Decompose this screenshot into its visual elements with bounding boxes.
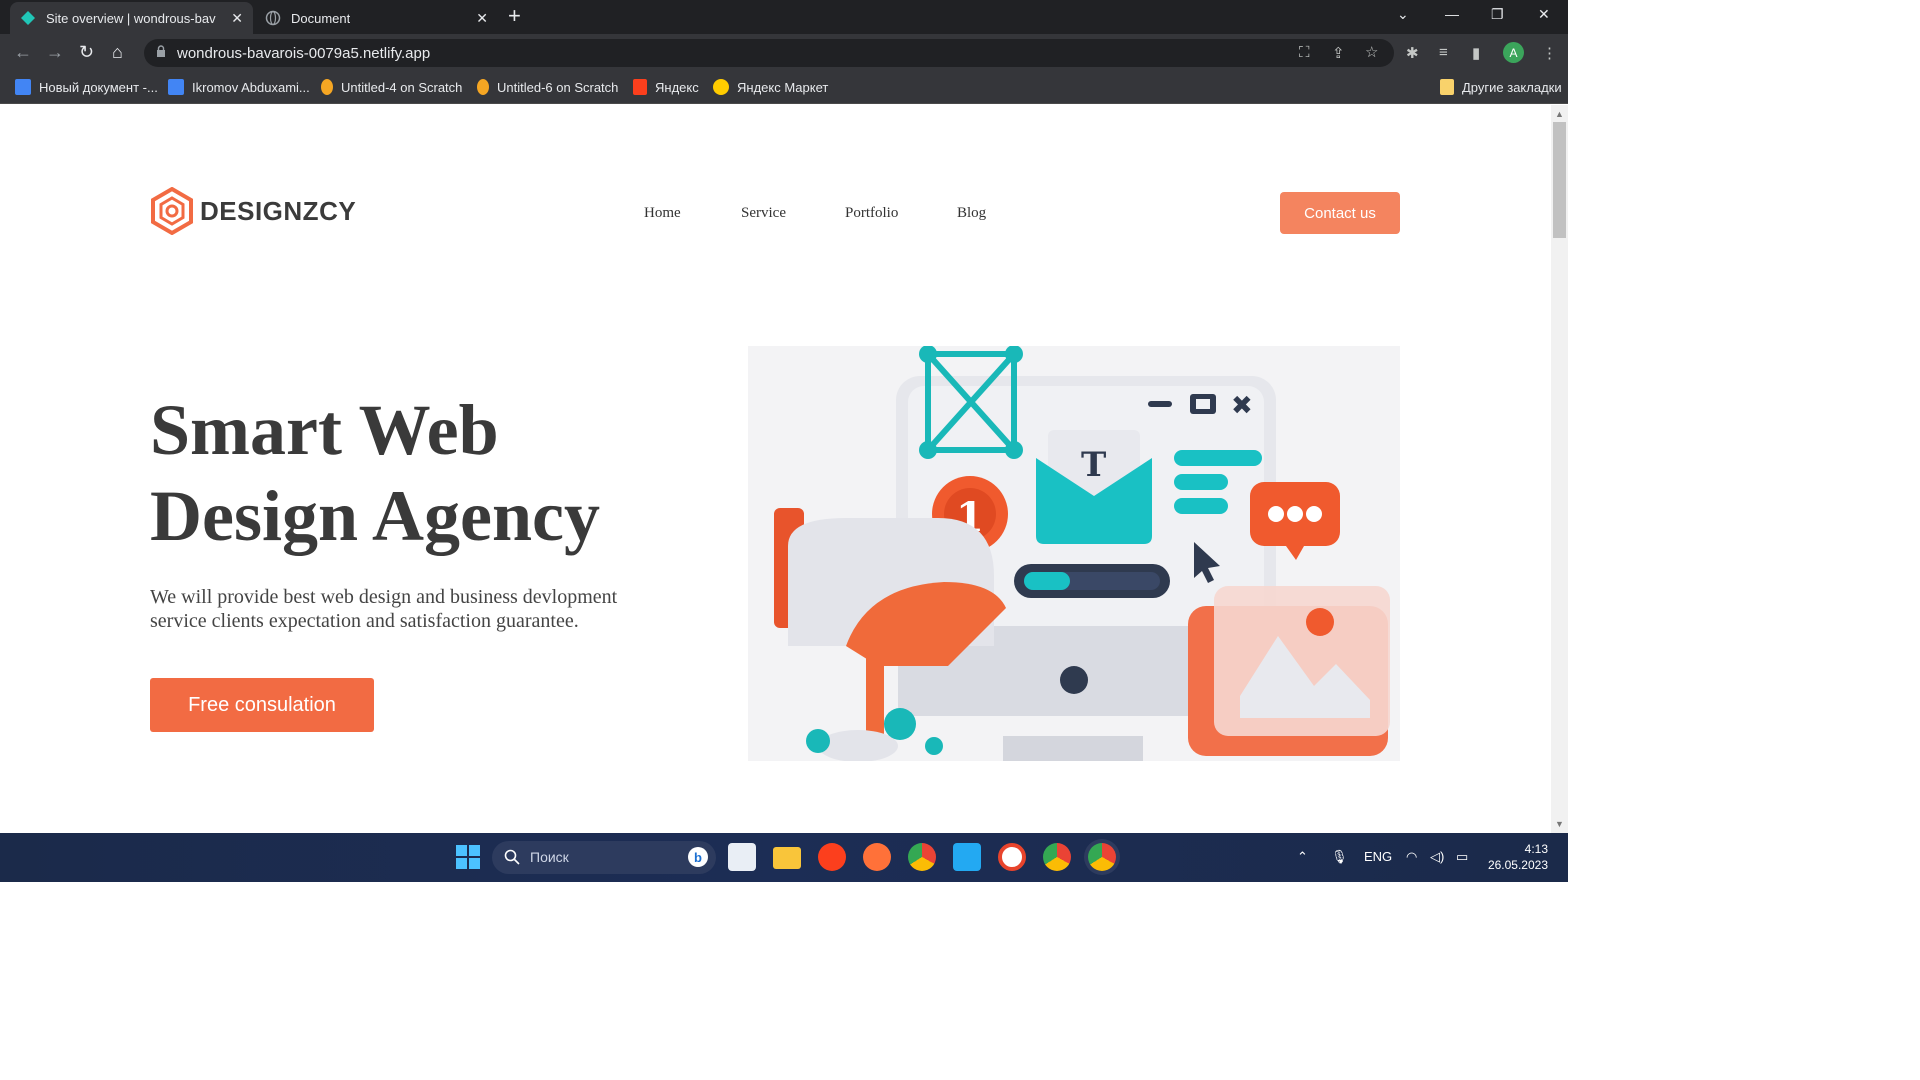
yandex-market-icon: [713, 79, 729, 95]
side-panel-icon[interactable]: ▮: [1472, 44, 1480, 62]
svg-text:T: T: [1081, 445, 1106, 485]
bookmark-item[interactable]: Новый документ -...: [15, 79, 158, 95]
browser-toolbar: ← → ↻ ⌂ wondrous-bavarois-0079a5.netlify…: [0, 34, 1568, 72]
url-text: wondrous-bavarois-0079a5.netlify.app: [177, 45, 431, 62]
clock-time: 4:13: [1524, 842, 1548, 856]
taskbar-clock[interactable]: 4:13 26.05.2023: [1486, 841, 1548, 873]
battery-icon[interactable]: ▭: [1456, 849, 1468, 865]
close-window-icon[interactable]: ✕: [1538, 6, 1550, 23]
docs-icon: [168, 79, 184, 95]
bookmark-label: Новый документ -...: [39, 79, 158, 95]
search-icon: [504, 849, 520, 865]
tab-title: Document: [291, 10, 351, 26]
bookmark-label: Яндекс Маркет: [737, 79, 829, 95]
bookmark-item[interactable]: Яндекс: [633, 79, 699, 95]
minimize-icon[interactable]: —: [1445, 6, 1459, 22]
tab-site-overview[interactable]: Site overview | wondrous-bavarois ✕: [10, 2, 253, 34]
hero-subtitle: We will provide best web design and busi…: [150, 586, 618, 632]
hero-title-line: Design Agency: [150, 476, 600, 556]
hexagon-logo-icon: [151, 187, 193, 235]
file-explorer-icon[interactable]: [773, 847, 801, 869]
nav-portfolio[interactable]: Portfolio: [845, 205, 898, 222]
hero-title: Smart Web Design Agency: [150, 387, 710, 559]
share-icon[interactable]: ⇪: [1332, 44, 1345, 62]
tab-search-chevron-icon[interactable]: ⌄: [1397, 6, 1409, 23]
yandex-browser-icon[interactable]: [818, 843, 846, 871]
microsoft-store-icon[interactable]: [728, 843, 756, 871]
hero-title-line: Smart Web: [150, 390, 499, 470]
windows-start-icon[interactable]: [454, 843, 482, 871]
scratch-icon: [477, 79, 489, 95]
chrome-profile-icon[interactable]: [1043, 843, 1071, 871]
tray-chevron-icon[interactable]: ⌃: [1297, 849, 1308, 865]
yandex-icon[interactable]: [998, 843, 1026, 871]
vscode-icon[interactable]: [953, 843, 981, 871]
scrollbar-thumb[interactable]: [1553, 122, 1566, 238]
nav-home[interactable]: Home: [644, 205, 681, 222]
wifi-icon[interactable]: ◠: [1406, 849, 1417, 865]
chrome-active-icon[interactable]: [1088, 843, 1116, 871]
hero-illustration: ✖ T 1: [748, 346, 1400, 761]
scroll-down-icon[interactable]: ▼: [1555, 819, 1564, 829]
lock-icon: [157, 45, 165, 57]
chrome-icon[interactable]: [908, 843, 936, 871]
yandex-icon: [633, 79, 647, 95]
bookmark-star-icon[interactable]: ☆: [1365, 43, 1378, 61]
bookmark-item[interactable]: Untitled-6 on Scratch: [477, 79, 618, 95]
more-menu-icon[interactable]: ⋮: [1542, 44, 1557, 62]
globe-favicon-icon: [265, 10, 281, 26]
page-viewport: DESIGNZCY Home Service Portfolio Blog Co…: [0, 105, 1551, 833]
windows-taskbar: Поиск b ⌃ 🎙 ENG ◠ ◁) ▭ 4:13 26.05.2023: [0, 833, 1568, 882]
home-icon[interactable]: ⌂: [112, 42, 123, 62]
back-icon[interactable]: ←: [14, 42, 32, 62]
tab-title: Site overview | wondrous-bavarois: [46, 10, 216, 26]
docs-icon: [15, 79, 31, 95]
bookmark-label: Untitled-4 on Scratch: [341, 79, 463, 95]
scroll-up-icon[interactable]: ▲: [1555, 109, 1564, 119]
nav-service[interactable]: Service: [741, 205, 786, 222]
bookmark-item[interactable]: Untitled-4 on Scratch: [321, 79, 462, 95]
bookmark-label: Untitled-6 on Scratch: [497, 79, 619, 95]
logo-wordmark: DESIGNZCY: [200, 195, 357, 226]
bing-icon[interactable]: b: [688, 847, 708, 867]
bookmark-item[interactable]: Ikromov Abduxami...: [168, 79, 310, 95]
site-logo[interactable]: DESIGNZCY: [150, 187, 356, 235]
bookmark-label: Яндекс: [655, 79, 699, 95]
translate-icon[interactable]: ⛶: [1299, 44, 1310, 61]
nav-blog[interactable]: Blog: [957, 205, 986, 222]
browser-tab-bar: Site overview | wondrous-bavarois ✕ Docu…: [0, 0, 1568, 34]
bookmark-label: Ikromov Abduxami...: [192, 79, 310, 95]
clock-date: 26.05.2023: [1487, 858, 1548, 872]
search-placeholder: Поиск: [530, 849, 569, 865]
taskbar-search[interactable]: Поиск b: [492, 841, 716, 874]
folder-icon: [1440, 79, 1454, 95]
volume-icon[interactable]: ◁): [1430, 849, 1444, 865]
reload-icon[interactable]: ↻: [79, 42, 94, 62]
other-bookmarks[interactable]: Другие закладки: [1440, 79, 1562, 95]
svg-text:✖: ✖: [1231, 391, 1253, 421]
contact-us-button[interactable]: Contact us: [1280, 192, 1400, 234]
new-tab-button[interactable]: +: [508, 5, 521, 27]
tab-document[interactable]: Document ✕: [255, 2, 498, 34]
microphone-icon[interactable]: 🎙: [1331, 849, 1348, 865]
language-indicator[interactable]: ENG: [1364, 849, 1392, 864]
firefox-icon[interactable]: [863, 843, 891, 871]
address-bar[interactable]: wondrous-bavarois-0079a5.netlify.app ⛶ ⇪…: [144, 39, 1394, 67]
netlify-favicon-icon: [21, 11, 35, 25]
web-design-3d-illustration: ✖ T 1: [748, 346, 1400, 761]
forward-icon[interactable]: →: [46, 42, 64, 62]
page-scrollbar[interactable]: ▲ ▼: [1551, 105, 1568, 833]
close-tab-icon[interactable]: ✕: [476, 10, 488, 27]
scratch-icon: [321, 79, 333, 95]
profile-avatar[interactable]: A: [1503, 42, 1524, 63]
bookmarks-bar: Новый документ -... Ikromov Abduxami... …: [0, 72, 1568, 104]
bookmark-item[interactable]: Яндекс Маркет: [713, 79, 828, 95]
restore-icon[interactable]: ❐: [1491, 6, 1504, 23]
extensions-icon[interactable]: ✱: [1406, 44, 1419, 62]
media-controls-icon[interactable]: ≡: [1439, 44, 1448, 61]
free-consultation-button[interactable]: Free consulation: [150, 678, 374, 732]
bookmark-label: Другие закладки: [1462, 79, 1562, 95]
close-tab-icon[interactable]: ✕: [231, 10, 243, 27]
